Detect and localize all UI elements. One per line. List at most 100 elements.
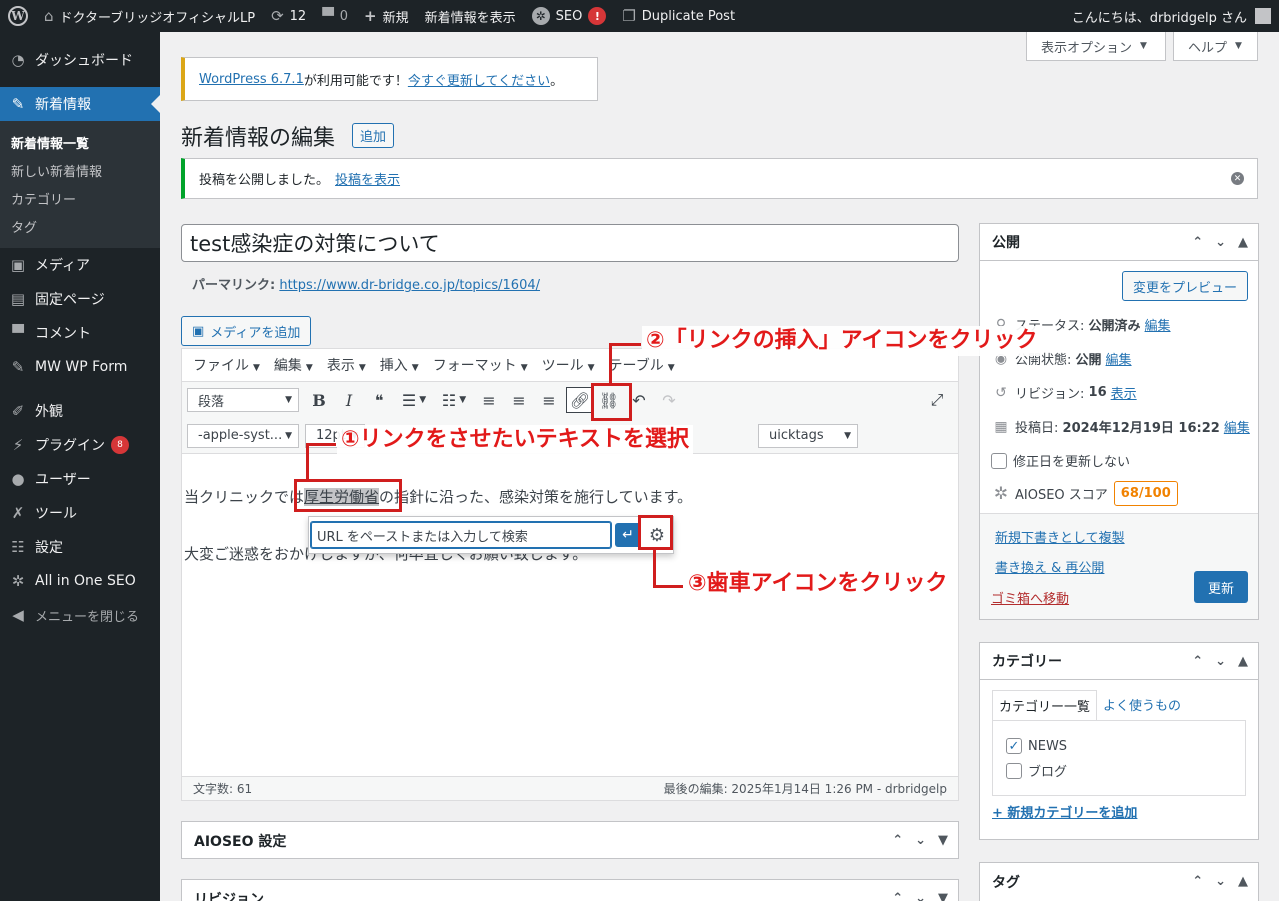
collapse-menu-button[interactable]: ◀ メニューを閉じる bbox=[0, 598, 160, 632]
insert-link-icon[interactable]: 🔗︎ bbox=[566, 387, 594, 413]
menu-table[interactable]: テーブル ▼ bbox=[609, 355, 675, 375]
my-account-menu[interactable]: こんにちは、drbridgelp さん bbox=[1064, 0, 1279, 32]
move-up-icon[interactable]: ⌃ bbox=[892, 891, 903, 901]
postbox-header[interactable]: 公開 ⌃ ⌄ ▲ bbox=[980, 224, 1258, 261]
aioseo-score-badge[interactable]: 68/100 bbox=[1113, 481, 1178, 506]
add-media-button[interactable]: ▣ メディアを追加 bbox=[181, 316, 312, 346]
move-down-icon[interactable]: ⌄ bbox=[915, 891, 926, 901]
toggle-icon[interactable]: ▼ bbox=[938, 891, 948, 901]
edit-status-link[interactable]: 編集 bbox=[1145, 315, 1171, 334]
menu-media[interactable]: ▣ メディア bbox=[0, 248, 160, 282]
menu-tools[interactable]: ツール ▼ bbox=[542, 355, 595, 375]
help-button[interactable]: ヘルプ ▼ bbox=[1173, 32, 1258, 61]
submenu-tags[interactable]: タグ bbox=[0, 212, 160, 240]
submenu-news-list[interactable]: 新着情報一覧 bbox=[0, 128, 160, 156]
category-item[interactable]: ✓ NEWS bbox=[1006, 738, 1067, 754]
link-url-input[interactable]: URL をペーストまたは入力して検索 bbox=[311, 522, 611, 548]
menu-dashboard[interactable]: ◔ ダッシュボード bbox=[0, 43, 160, 77]
italic-icon[interactable]: I bbox=[334, 386, 364, 414]
category-item[interactable]: ブログ bbox=[1006, 761, 1067, 780]
bullet-list-icon[interactable]: ☰ ▼ bbox=[394, 386, 434, 414]
view-post-notice-link[interactable]: 投稿を表示 bbox=[335, 169, 400, 188]
move-down-icon[interactable]: ⌄ bbox=[1215, 654, 1226, 669]
preview-changes-button[interactable]: 変更をプレビュー bbox=[1121, 271, 1248, 301]
menu-pages[interactable]: ▤ 固定ページ bbox=[0, 282, 160, 316]
fullscreen-icon[interactable]: ⤢ bbox=[922, 386, 952, 414]
rewrite-republish-link[interactable]: 書き換え & 再公開 bbox=[995, 557, 1104, 576]
permalink-url[interactable]: https://www.dr-bridge.co.jp/topics/1604/ bbox=[279, 278, 540, 293]
menu-settings[interactable]: ☷ 設定 bbox=[0, 530, 160, 564]
duplicate-post-menu[interactable]: ❐ Duplicate Post bbox=[614, 0, 743, 32]
site-name-menu[interactable]: ⌂ ドクターブリッジオフィシャルLP bbox=[36, 0, 263, 32]
wp-logo-menu[interactable]: W bbox=[0, 0, 36, 32]
edit-visibility-link[interactable]: 編集 bbox=[1106, 349, 1132, 368]
postbox-header[interactable]: AIOSEO 設定 ⌃ ⌄ ▼ bbox=[182, 822, 958, 859]
category-checkbox-checked[interactable]: ✓ bbox=[1006, 738, 1022, 754]
bold-icon[interactable]: B bbox=[304, 386, 334, 414]
no-update-modified-checkbox[interactable] bbox=[991, 452, 1007, 469]
new-content-menu[interactable]: + 新規 bbox=[356, 0, 417, 32]
move-up-icon[interactable]: ⌃ bbox=[1192, 874, 1203, 889]
redo-icon[interactable]: ↷ bbox=[654, 386, 684, 414]
menu-aioseo[interactable]: ✲ All in One SEO bbox=[0, 564, 160, 598]
add-category-row: + 新規カテゴリーを追加 bbox=[992, 802, 1137, 821]
copy-as-draft-link[interactable]: 新規下書きとして複製 bbox=[995, 527, 1125, 546]
menu-format[interactable]: フォーマット ▼ bbox=[433, 355, 528, 375]
comments-menu[interactable]: ▀ 0 bbox=[314, 0, 356, 32]
move-up-icon[interactable]: ⌃ bbox=[1192, 654, 1203, 669]
format-select-value: 段落 bbox=[198, 394, 225, 410]
align-right-icon[interactable]: ≡ bbox=[534, 386, 564, 414]
menu-edit[interactable]: 編集 ▼ bbox=[274, 355, 313, 375]
move-down-icon[interactable]: ⌄ bbox=[1215, 874, 1226, 889]
menu-comments[interactable]: ▀ コメント bbox=[0, 316, 160, 350]
toggle-up-icon[interactable]: ▲ bbox=[1238, 874, 1248, 889]
update-now-link[interactable]: 今すぐ更新してください bbox=[408, 70, 550, 89]
update-button[interactable]: 更新 bbox=[1193, 571, 1248, 603]
numbered-list-icon[interactable]: ☷ ▼ bbox=[434, 386, 474, 414]
quicktags-select[interactable]: uicktags ▼ bbox=[758, 423, 858, 448]
dismiss-icon[interactable]: ✕ bbox=[1231, 172, 1244, 185]
postbox-header[interactable]: タグ ⌃ ⌄ ▲ bbox=[980, 863, 1258, 900]
menu-users[interactable]: ● ユーザー bbox=[0, 462, 160, 496]
move-down-icon[interactable]: ⌄ bbox=[1215, 235, 1226, 250]
toggle-icon[interactable]: ▼ bbox=[938, 833, 948, 848]
edit-date-link[interactable]: 編集 bbox=[1224, 417, 1250, 436]
toggle-up-icon[interactable]: ▲ bbox=[1238, 235, 1248, 250]
tab-most-used[interactable]: よく使うもの bbox=[1097, 690, 1187, 721]
category-checkbox[interactable] bbox=[1006, 762, 1022, 779]
add-new-category-link[interactable]: + 新規カテゴリーを追加 bbox=[992, 802, 1137, 821]
wordpress-version-link[interactable]: WordPress 6.7.1 bbox=[199, 72, 304, 87]
menu-mwform[interactable]: ✎ MW WP Form bbox=[0, 350, 160, 384]
move-to-trash-link[interactable]: ゴミ箱へ移動 bbox=[991, 588, 1069, 607]
seo-menu[interactable]: ✲ SEO ! bbox=[524, 0, 615, 32]
format-select[interactable]: 段落 ▼ bbox=[187, 388, 299, 412]
screen-options-button[interactable]: 表示オプション ▼ bbox=[1026, 32, 1166, 61]
menu-tools[interactable]: ✗ ツール bbox=[0, 496, 160, 530]
move-down-icon[interactable]: ⌄ bbox=[915, 833, 926, 848]
view-post-link[interactable]: 新着情報を表示 bbox=[417, 0, 524, 32]
screen-options-label: 表示オプション bbox=[1041, 40, 1133, 56]
postbox-header[interactable]: カテゴリー ⌃ ⌄ ▲ bbox=[980, 643, 1258, 680]
menu-news[interactable]: ✎ 新着情報 bbox=[0, 87, 160, 121]
blockquote-icon[interactable]: ❝ bbox=[364, 386, 394, 414]
move-up-icon[interactable]: ⌃ bbox=[892, 833, 903, 848]
menu-view[interactable]: 表示 ▼ bbox=[327, 355, 366, 375]
menu-insert[interactable]: 挿入 ▼ bbox=[380, 355, 419, 375]
toggle-up-icon[interactable]: ▲ bbox=[1238, 654, 1248, 669]
tab-all-categories[interactable]: カテゴリー一覧 bbox=[992, 690, 1098, 721]
menu-file[interactable]: ファイル ▼ bbox=[193, 355, 260, 375]
submenu-categories[interactable]: カテゴリー bbox=[0, 184, 160, 212]
font-family-select[interactable]: -apple-syst... ▼ bbox=[187, 423, 299, 448]
browse-revisions-link[interactable]: 表示 bbox=[1111, 383, 1137, 402]
align-center-icon[interactable]: ≡ bbox=[504, 386, 534, 414]
post-title-input[interactable]: test感染症の対策について bbox=[181, 224, 959, 262]
add-new-button[interactable]: 追加 bbox=[352, 123, 395, 148]
move-up-icon[interactable]: ⌃ bbox=[1192, 235, 1203, 250]
plus-icon: + bbox=[364, 7, 377, 25]
align-left-icon[interactable]: ≡ bbox=[474, 386, 504, 414]
submenu-new-news[interactable]: 新しい新着情報 bbox=[0, 156, 160, 184]
menu-appearance[interactable]: ✐ 外観 bbox=[0, 394, 160, 428]
updates-menu[interactable]: ⟳ 12 bbox=[263, 0, 314, 32]
postbox-header[interactable]: リビジョン ⌃ ⌄ ▼ bbox=[182, 880, 958, 901]
menu-plugins[interactable]: ⚡ プラグイン 8 bbox=[0, 428, 160, 462]
